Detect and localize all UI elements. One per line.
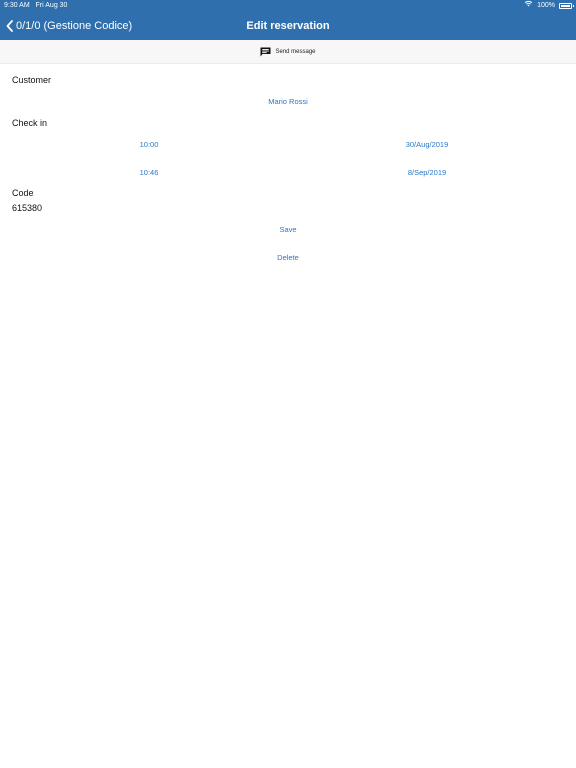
send-message-button[interactable]: Send message bbox=[260, 47, 316, 57]
status-indicators: 100% bbox=[524, 0, 574, 12]
customer-label: Customer bbox=[12, 75, 52, 85]
battery-icon bbox=[559, 3, 574, 9]
checkout-date-link[interactable]: 8/Sep/2019 bbox=[377, 168, 477, 177]
status-bar: 9:30 AM Fri Aug 30 100% bbox=[0, 0, 576, 12]
toolbar: Send message bbox=[0, 40, 576, 64]
delete-button[interactable]: Delete bbox=[248, 253, 328, 262]
status-date: Fri Aug 30 bbox=[35, 2, 68, 9]
status-time-date: 9:30 AM Fri Aug 30 bbox=[4, 0, 67, 12]
checkin-time-link[interactable]: 10:00 bbox=[109, 140, 189, 149]
page-title: Edit reservation bbox=[246, 20, 330, 32]
checkin-date-link[interactable]: 30/Aug/2019 bbox=[377, 140, 477, 149]
customer-value-link[interactable]: Mario Rossi bbox=[238, 97, 338, 106]
message-icon bbox=[260, 47, 271, 56]
code-value: 615380 bbox=[12, 203, 43, 213]
wifi-icon bbox=[524, 0, 533, 12]
save-button[interactable]: Save bbox=[248, 225, 328, 234]
checkout-time-link[interactable]: 10:46 bbox=[109, 168, 189, 177]
checkin-label: Check in bbox=[12, 118, 48, 128]
status-time: 9:30 AM bbox=[4, 2, 30, 9]
battery-percent: 100% bbox=[537, 2, 555, 9]
send-message-label: Send message bbox=[275, 48, 316, 55]
navigation-bar: 9:30 AM Fri Aug 30 100% 0/1/0 (Gestione … bbox=[0, 0, 576, 40]
code-label: Code bbox=[12, 188, 34, 198]
